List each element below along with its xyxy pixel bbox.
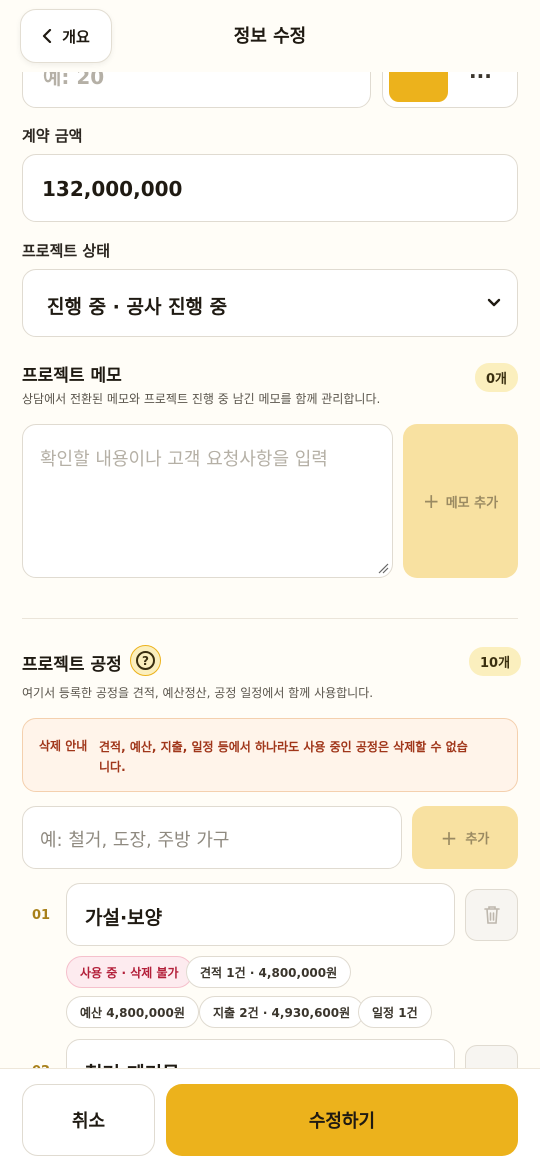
footer-bar: 취소 수정하기 bbox=[0, 1068, 540, 1169]
contract-amount-value: 132,000,000 bbox=[42, 177, 183, 201]
resize-handle-icon[interactable] bbox=[378, 563, 389, 574]
status-selected: 진행 중 · 공사 진행 중 bbox=[47, 296, 228, 318]
help-icon[interactable]: ? bbox=[130, 645, 161, 676]
cancel-button[interactable]: 취소 bbox=[22, 1084, 155, 1156]
memo-placeholder: 확인할 내용이나 고객 요청사항을 입력 bbox=[40, 449, 328, 470]
divider bbox=[22, 618, 518, 619]
process-count-badge: 10개 bbox=[469, 647, 522, 676]
delete-notice-title: 삭제 안내 bbox=[39, 739, 88, 753]
contract-label: 계약 금액 bbox=[22, 127, 83, 145]
process-item-number: 01 bbox=[32, 908, 51, 923]
delete-process-button[interactable] bbox=[465, 889, 518, 941]
process-input[interactable]: 예: 철거, 도장, 주방 가구 bbox=[22, 806, 402, 869]
page-title: 정보 수정 bbox=[233, 26, 307, 47]
contract-amount-input[interactable]: 132,000,000 bbox=[22, 154, 518, 222]
estimate-chip: 견적 1건 · 4,800,000원 bbox=[186, 956, 352, 988]
process-item-name: 가설·보양 bbox=[85, 907, 163, 929]
header: 개요 정보 수정 bbox=[0, 0, 540, 72]
memo-textarea[interactable]: 확인할 내용이나 고객 요청사항을 입력 bbox=[22, 424, 393, 578]
trash-icon bbox=[483, 906, 500, 924]
process-input-placeholder: 예: 철거, 도장, 주방 가구 bbox=[40, 830, 230, 851]
status-label: 프로젝트 상태 bbox=[22, 242, 111, 260]
delete-notice-text: 견적, 예산, 지출, 일정 등에서 하나라도 사용 중인 공정은 삭제할 수 … bbox=[99, 740, 468, 774]
schedule-chip: 일정 1건 bbox=[358, 996, 432, 1028]
process-item-name-input[interactable]: 가설·보양 bbox=[66, 883, 455, 946]
plus-icon: + bbox=[440, 825, 458, 850]
process-add-button[interactable]: + 추가 bbox=[412, 806, 518, 869]
submit-label: 수정하기 bbox=[308, 1111, 376, 1132]
delete-notice: 삭제 안내 견적, 예산, 지출, 일정 등에서 하나라도 사용 중인 공정은 … bbox=[22, 718, 518, 792]
cancel-label: 취소 bbox=[71, 1111, 106, 1132]
expense-chip: 지출 2건 · 4,930,600원 bbox=[199, 996, 365, 1028]
process-add-label: 추가 bbox=[465, 832, 490, 847]
submit-button[interactable]: 수정하기 bbox=[166, 1084, 518, 1156]
memo-add-button[interactable]: + 메모 추가 bbox=[403, 424, 518, 578]
memo-description: 상담에서 전환된 메모와 프로젝트 진행 중 남긴 메모를 함께 관리합니다. bbox=[22, 392, 381, 406]
plus-icon: + bbox=[422, 489, 440, 513]
chevron-down-icon bbox=[487, 298, 501, 307]
memo-count-badge: 0개 bbox=[475, 363, 519, 392]
budget-chip: 예산 4,800,000원 bbox=[66, 996, 199, 1028]
memo-add-label: 메모 추가 bbox=[445, 495, 499, 511]
process-title: 프로젝트 공정 bbox=[22, 655, 122, 675]
process-description: 여기서 등록한 공정을 견적, 예산정산, 공정 일정에서 함께 사용합니다. bbox=[22, 686, 374, 700]
usage-chip: 사용 중 · 삭제 불가 bbox=[66, 956, 193, 988]
status-select[interactable]: 진행 중 · 공사 진행 중 bbox=[22, 269, 518, 337]
memo-title: 프로젝트 메모 bbox=[22, 366, 122, 386]
